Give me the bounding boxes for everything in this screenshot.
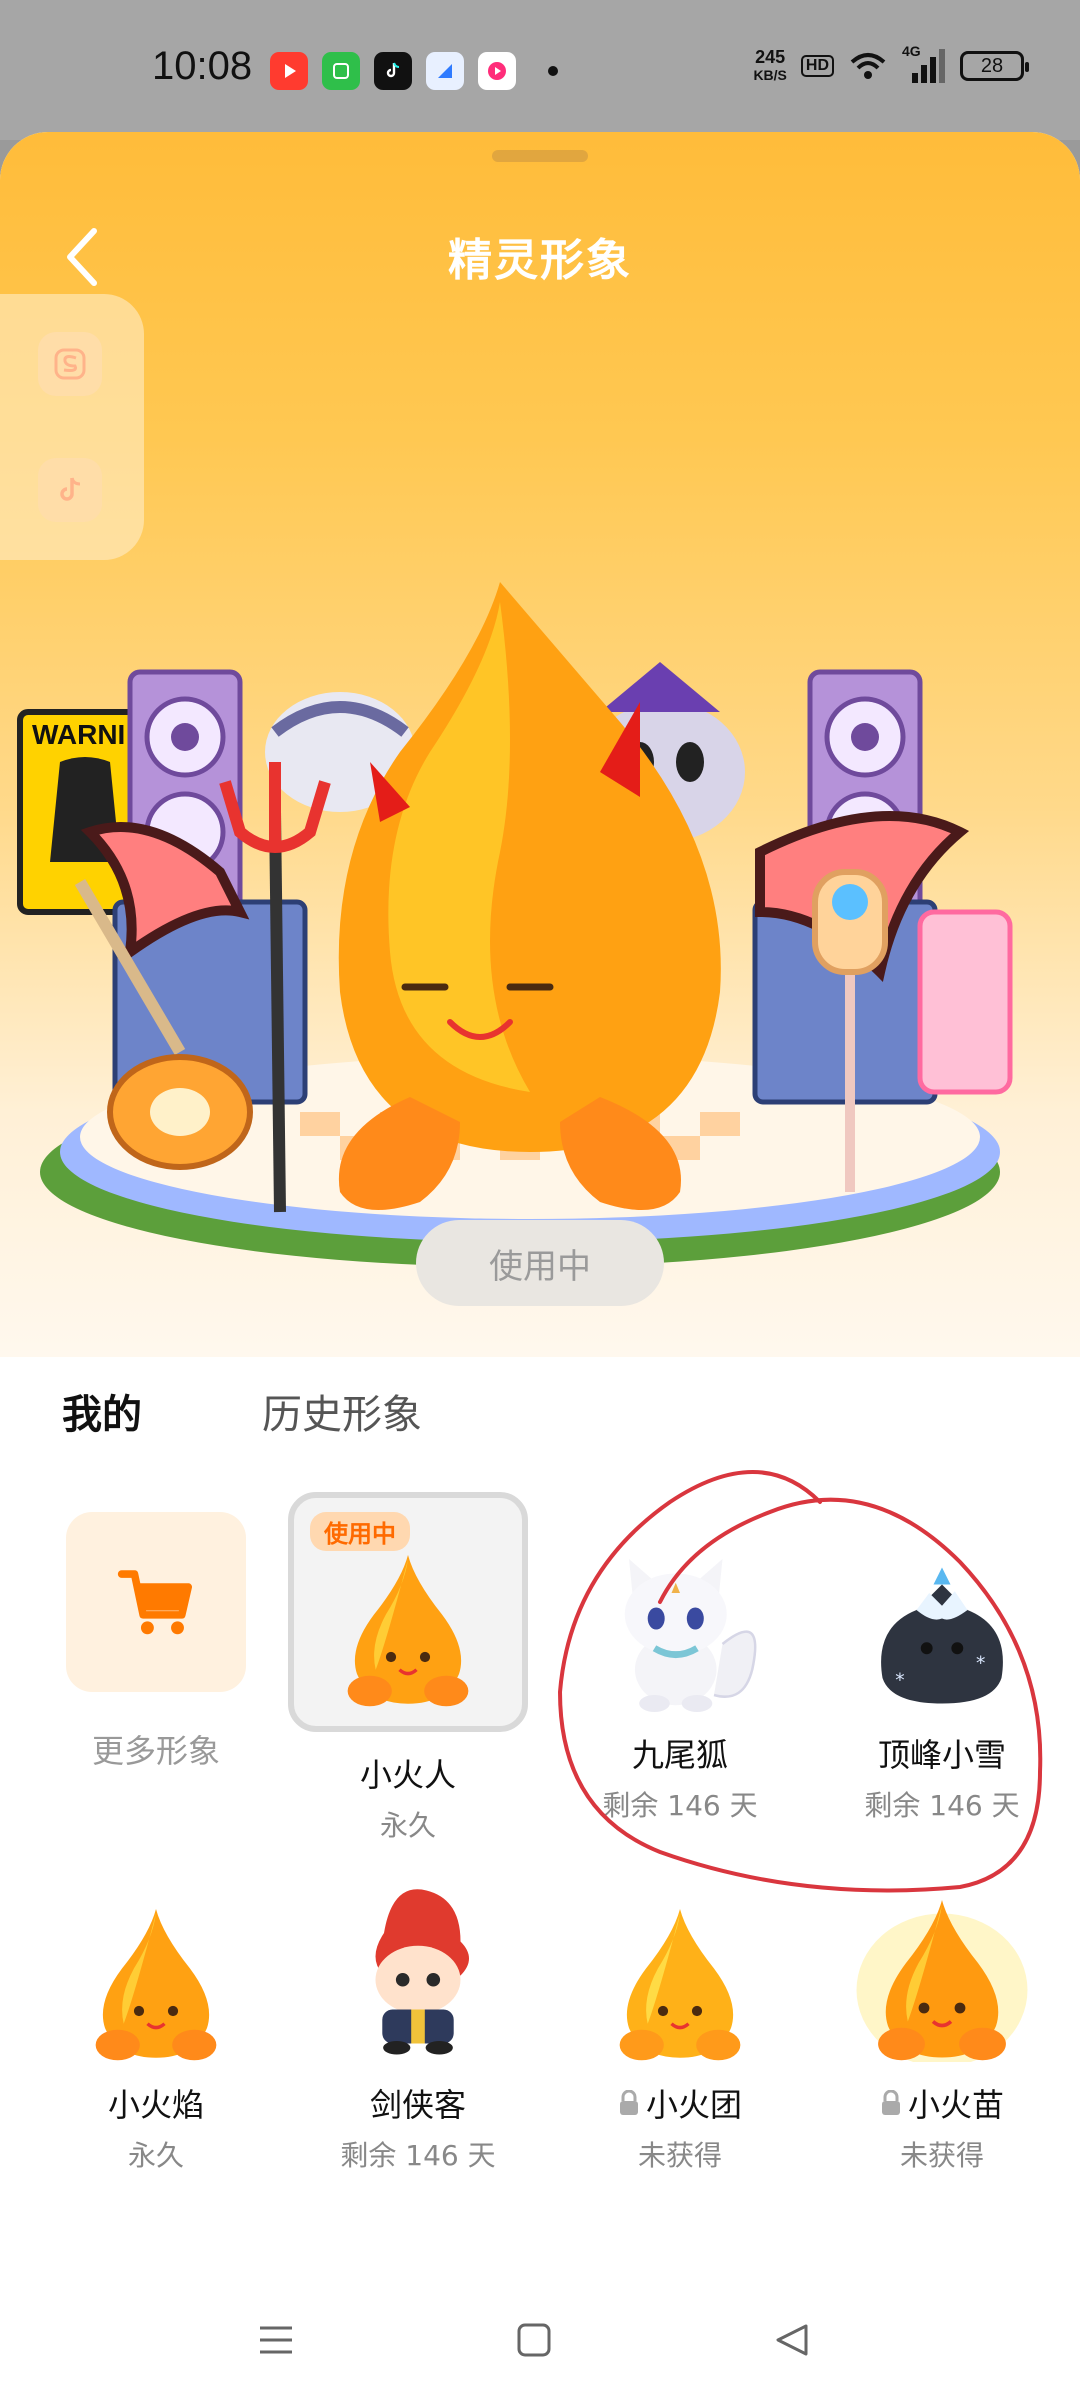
sheet-grabber[interactable]: [492, 150, 588, 162]
browser-app-icon: [426, 52, 464, 90]
network-type: 4G: [902, 43, 921, 59]
in-use-button[interactable]: 使用中: [416, 1220, 664, 1306]
nav-home-button[interactable]: [504, 2310, 564, 2370]
svg-text:WARNI: WARNI: [32, 719, 125, 750]
sprite-name: 小火苗: [907, 2086, 1004, 2124]
sprite-item-xiaohuoren[interactable]: 使用中 小火人 永久: [278, 1492, 538, 1844]
flame-thumb: [580, 1862, 780, 2062]
snow-thumb: * *: [842, 1512, 1042, 1712]
sprite-duration: 剩余 146 天: [864, 1789, 1020, 1822]
notification-icons: [270, 52, 558, 90]
sprite-name: 小火人: [359, 1756, 456, 1794]
flame-thumb: [842, 1862, 1042, 2062]
sprite-name-locked: 小火团: [550, 2080, 810, 2126]
hero-area: 精灵形象 WARNI 使用中: [0, 132, 1080, 1357]
sprite-sheet: 精灵形象 WARNI 使用中 我的 历史形象 更多形象 使用中 小火人 永久 九…: [0, 132, 1080, 2400]
sprite-stage-illustration: WARNI: [17, 582, 1013, 1267]
in-use-badge: 使用中: [310, 1512, 410, 1551]
flame-sprite-icon: [856, 1900, 1028, 2062]
network-speed: 245 KB/S: [753, 48, 786, 84]
player-app-icon: [478, 52, 516, 90]
lock-icon: [881, 2090, 900, 2115]
signal-icon: 4G: [902, 43, 946, 83]
sprite-duration: 剩余 146 天: [602, 1789, 758, 1822]
speed-value: 245: [755, 47, 786, 67]
sprite-duration: 未获得: [899, 2139, 984, 2172]
status-right: 245 KB/S HD 4G 28: [753, 43, 1029, 84]
s-logo-icon: [54, 348, 86, 380]
hd-icon: HD: [800, 55, 834, 77]
wifi-icon: [850, 53, 886, 79]
flame-sprite-icon: [95, 1909, 217, 2061]
sprite-name: 顶峰小雪: [877, 1736, 1006, 1774]
sprite-duration: 剩余 146 天: [340, 2139, 496, 2172]
status-bar: 10:08 245 KB/S HD 4G 28: [0, 0, 1080, 140]
swordsman-thumb: [318, 1862, 518, 2062]
sprite-item-xiaohuotuan[interactable]: 小火团 未获得: [550, 1862, 810, 2174]
sprite-item-more[interactable]: 更多形象: [26, 1512, 286, 1772]
nav-menu-button[interactable]: [246, 2310, 306, 2370]
sprite-duration: 未获得: [637, 2139, 722, 2172]
home-square-icon: [517, 2323, 551, 2357]
more-notifications-dot: [548, 66, 558, 76]
battery-indicator: 28: [960, 51, 1029, 81]
share-s-button[interactable]: [38, 332, 102, 396]
sprite-name: 九尾狐: [631, 1736, 728, 1774]
selected-thumb: 使用中: [288, 1492, 528, 1732]
flame-sprite-icon: [619, 1909, 741, 2061]
speed-unit: KB/S: [753, 67, 787, 83]
sprite-item-jianxiake[interactable]: 剑侠客 剩余 146 天: [288, 1862, 548, 2174]
tab-mine[interactable]: 我的: [62, 1382, 142, 1440]
flame-sprite-icon: [347, 1555, 469, 1707]
swordsman-sprite-icon: [375, 1889, 469, 2055]
fox-sprite-icon: [624, 1559, 757, 1712]
page-title: 精灵形象: [448, 235, 632, 286]
sprite-name: 小火团: [645, 2086, 742, 2124]
sprite-item-jiuweihu[interactable]: 九尾狐 剩余 146 天: [550, 1512, 810, 1824]
svg-text:*: *: [976, 1654, 985, 1675]
sprite-name-locked: 小火苗: [812, 2080, 1072, 2126]
status-time: 10:08: [152, 44, 253, 88]
system-nav-bar: [0, 2270, 1080, 2400]
sprite-name: 剑侠客: [369, 2086, 466, 2124]
store-app-icon: [322, 52, 360, 90]
fox-thumb: [580, 1512, 780, 1712]
sprite-name: 小火焰: [107, 2086, 204, 2124]
menu-icon: [260, 2326, 292, 2354]
battery-level: 28: [980, 54, 1004, 77]
svg-text:*: *: [895, 1671, 904, 1692]
sprite-duration: 永久: [127, 2139, 184, 2172]
tab-history[interactable]: 历史形象: [262, 1382, 422, 1440]
lock-icon: [619, 2090, 638, 2115]
shopping-cart-icon: [117, 1570, 193, 1635]
sprite-item-xiaohuomiao[interactable]: 小火苗 未获得: [812, 1862, 1072, 2174]
snow-rock-sprite-icon: * *: [881, 1567, 1003, 1704]
sprite-item-xiaohuoyan[interactable]: 小火焰 永久: [26, 1862, 286, 2174]
sprite-tabs: 我的 历史形象: [62, 1382, 422, 1440]
sprite-name: 更多形象: [91, 1732, 220, 1770]
shop-thumb: [66, 1512, 246, 1692]
back-triangle-icon: [776, 2324, 808, 2356]
video-app-icon: [270, 52, 308, 90]
sprite-item-dingfengxiaoxue[interactable]: * * 顶峰小雪 剩余 146 天: [812, 1512, 1072, 1824]
sprite-duration: 永久: [379, 1809, 436, 1842]
tiktok-app-icon: [374, 52, 412, 90]
flame-thumb: [56, 1862, 256, 2062]
nav-back-button[interactable]: [762, 2310, 822, 2370]
